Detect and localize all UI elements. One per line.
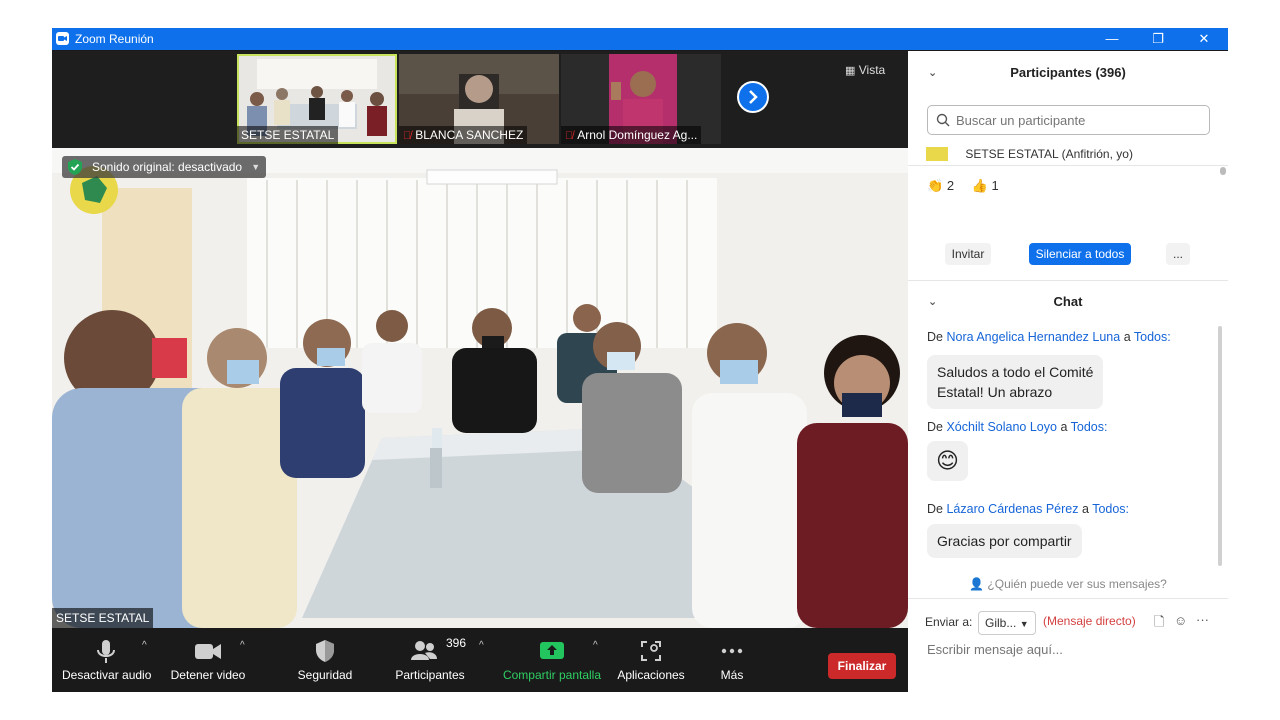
chat-message-emoji: 😊 (927, 441, 968, 481)
muted-mic-icon: 🎙̸ (403, 130, 412, 142)
muted-mic-icon: 🎙̸ (565, 130, 574, 142)
message-header: De Nora Angelica Hernandez Luna a Todos: (927, 330, 1171, 344)
chevron-down-icon[interactable]: ▼ (251, 156, 260, 178)
thumbnail-name: 🎙̸ Arnol Domínguez Ag... (561, 126, 702, 144)
participants-options-caret[interactable]: ^ (479, 640, 484, 651)
stop-video-button[interactable]: Detener video (168, 638, 248, 688)
zoom-window: Zoom Reunión — ❐ ✕ SETSE ESTATAL 🎙̸ BLAN… (52, 28, 1228, 692)
message-header: De Xóchilt Solano Loyo a Todos: (927, 420, 1108, 434)
thumbnail-name: SETSE ESTATAL (237, 126, 339, 144)
chevron-down-icon[interactable]: ⌄ (928, 282, 937, 322)
divider (908, 598, 1228, 599)
who-can-see-link[interactable]: 👤 ¿Quién puede ver sus mensajes? (908, 577, 1228, 591)
more-button[interactable]: Más (706, 638, 758, 688)
thumbnail-setse[interactable]: SETSE ESTATAL (237, 54, 397, 144)
share-screen-icon (540, 642, 564, 659)
title-bar: Zoom Reunión — ❐ ✕ (52, 28, 1228, 50)
shield-icon (316, 640, 334, 662)
mute-all-button[interactable]: Silenciar a todos (1029, 243, 1131, 265)
share-screen-button[interactable]: Compartir pantalla (500, 638, 604, 688)
video-options-caret[interactable]: ^ (240, 640, 245, 651)
participants-icon (411, 641, 437, 660)
search-icon (936, 113, 950, 127)
meeting-toolbar: Desactivar audio ^ Detener video ^ Segur… (52, 628, 908, 692)
chevron-down-icon[interactable]: ⌄ (928, 53, 937, 93)
window-title: Zoom Reunión (75, 32, 154, 46)
chat-message: Gracias por compartir (927, 524, 1082, 558)
participant-search[interactable] (927, 105, 1210, 135)
thumbs-up-reaction: 👍 1 (971, 178, 999, 193)
clap-reaction: 👏 2 (927, 178, 955, 193)
send-to-row: Enviar a: Gilb... ▼ (Mensaje directo) 🗋 … (925, 611, 1225, 635)
more-dots-icon (721, 648, 743, 654)
invite-button[interactable]: Invitar (945, 243, 991, 265)
mute-audio-button[interactable]: Desactivar audio (62, 638, 151, 688)
chat-scrollbar[interactable] (1218, 326, 1222, 566)
end-meeting-button[interactable]: Finalizar (828, 653, 896, 679)
more-icon[interactable]: ··· (1196, 612, 1209, 627)
microphone-icon (97, 640, 115, 663)
more-options-button[interactable]: ... (1166, 243, 1190, 265)
original-sound-banner[interactable]: Sonido original: desactivado ▼ (62, 156, 267, 178)
zoom-app-icon (56, 32, 69, 45)
chat-header: ⌄ Chat (908, 282, 1228, 322)
chat-message: Saludos a todo el Comité Estatal! Un abra… (927, 355, 1104, 409)
side-panel: ⌄ Participantes (396) SETSE ESTATAL (Anf… (908, 51, 1228, 692)
emoji-icon[interactable]: ☺ (1174, 613, 1187, 628)
participants-header: ⌄ Participantes (396) (908, 53, 1228, 93)
thumbnail-strip: SETSE ESTATAL 🎙̸ BLANCA SANCHEZ 🎙̸ Arnol… (52, 51, 908, 148)
chat-message-input[interactable] (925, 641, 1219, 658)
next-page-button[interactable] (737, 81, 769, 113)
close-button[interactable]: ✕ (1181, 28, 1227, 50)
view-button[interactable]: ▦ Vista (845, 63, 885, 81)
sender-link[interactable]: Nora Angelica Hernandez Luna (946, 330, 1120, 344)
grid-icon: ▦ (845, 65, 856, 77)
restore-button[interactable]: ❐ (1135, 28, 1181, 50)
thumbnail-arnol[interactable]: 🎙̸ Arnol Domínguez Ag... (561, 54, 721, 144)
participant-list-item[interactable]: SETSE ESTATAL (Anfitrión, yo) (926, 147, 1216, 161)
participants-scrollbar[interactable] (1220, 167, 1226, 175)
person-icon: 👤 (969, 577, 985, 591)
shield-check-icon (68, 159, 82, 175)
chevron-right-icon (749, 90, 758, 104)
apps-icon (641, 641, 661, 661)
file-icon[interactable]: 🗋 (1154, 613, 1164, 635)
minimize-button[interactable]: — (1089, 28, 1135, 50)
security-button[interactable]: Seguridad (292, 638, 358, 688)
recipient-link[interactable]: Todos: (1092, 502, 1129, 516)
divider (908, 280, 1228, 281)
video-area: SETSE ESTATAL 🎙̸ BLANCA SANCHEZ 🎙̸ Arnol… (52, 51, 908, 628)
participants-button[interactable]: 396 Participantes (392, 636, 468, 688)
participants-count: 396 (446, 636, 467, 650)
sender-link[interactable]: Lázaro Cárdenas Pérez (946, 502, 1078, 516)
recipient-select[interactable]: Gilb... ▼ (978, 611, 1036, 635)
audio-options-caret[interactable]: ^ (142, 640, 147, 651)
share-options-caret[interactable]: ^ (593, 640, 598, 651)
video-camera-icon (195, 644, 221, 659)
meeting-room-video (52, 148, 908, 628)
chevron-down-icon: ▼ (1019, 619, 1029, 629)
apps-button[interactable]: Aplicaciones (616, 638, 686, 688)
avatar (926, 147, 948, 161)
sender-link[interactable]: Xóchilt Solano Loyo (946, 420, 1057, 434)
speaker-name-label: SETSE ESTATAL (52, 608, 154, 628)
main-video: Sonido original: desactivado ▼ SETSE EST… (52, 148, 908, 628)
search-input[interactable] (954, 112, 1198, 129)
recipient-link[interactable]: Todos: (1071, 420, 1108, 434)
thumbnail-blanca[interactable]: 🎙̸ BLANCA SANCHEZ (399, 54, 559, 144)
thumbnail-name: 🎙̸ BLANCA SANCHEZ (399, 126, 528, 144)
message-header: De Lázaro Cárdenas Pérez a Todos: (927, 502, 1130, 516)
reactions-summary: 👏 2 👍 1 (927, 178, 999, 194)
recipient-link[interactable]: Todos: (1134, 330, 1171, 344)
divider (908, 165, 1228, 166)
